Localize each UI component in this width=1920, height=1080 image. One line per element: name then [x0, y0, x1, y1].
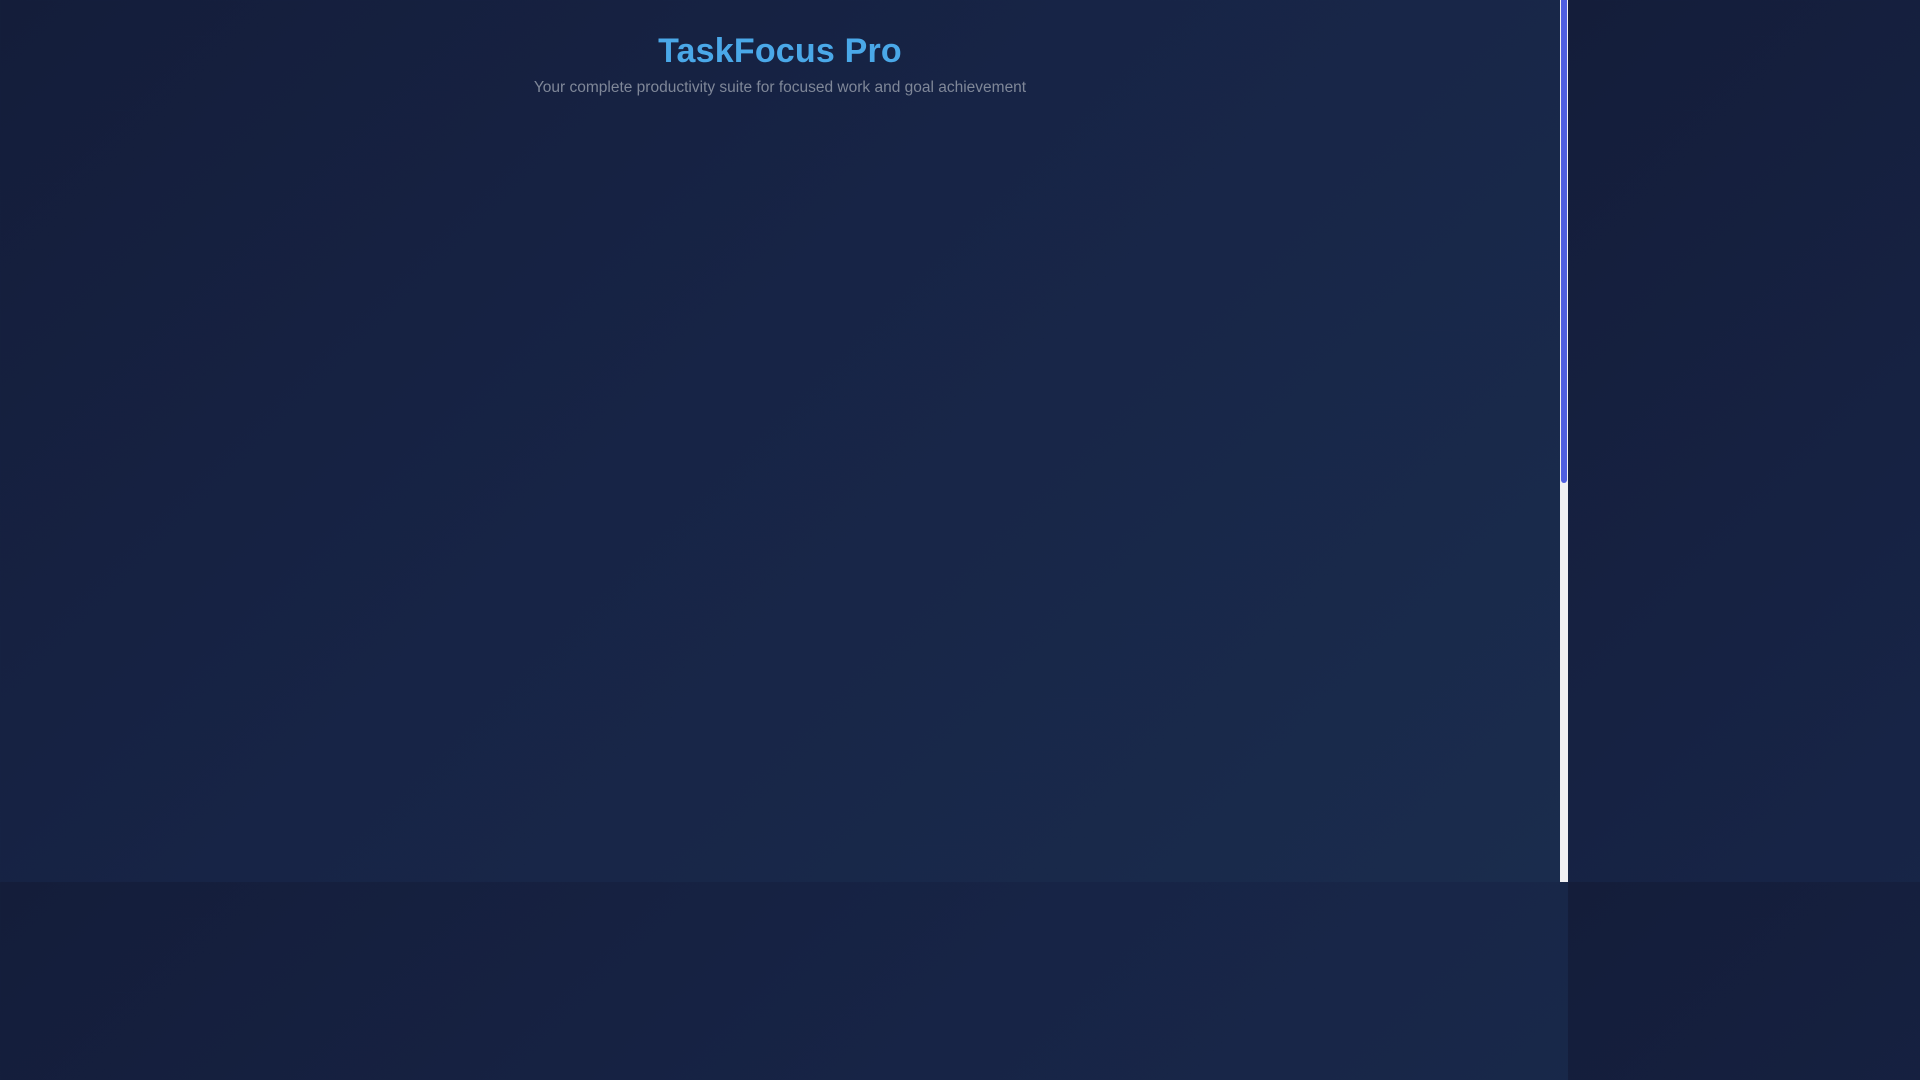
scrollbar-thumb[interactable]	[1561, 0, 1567, 483]
vertical-scrollbar[interactable]	[1560, 0, 1568, 882]
page-content: TaskFocus Pro Your complete productivity…	[0, 0, 1560, 882]
app-title: TaskFocus Pro	[658, 32, 902, 70]
app-subtitle: Your complete productivity suite for foc…	[533, 79, 1027, 96]
